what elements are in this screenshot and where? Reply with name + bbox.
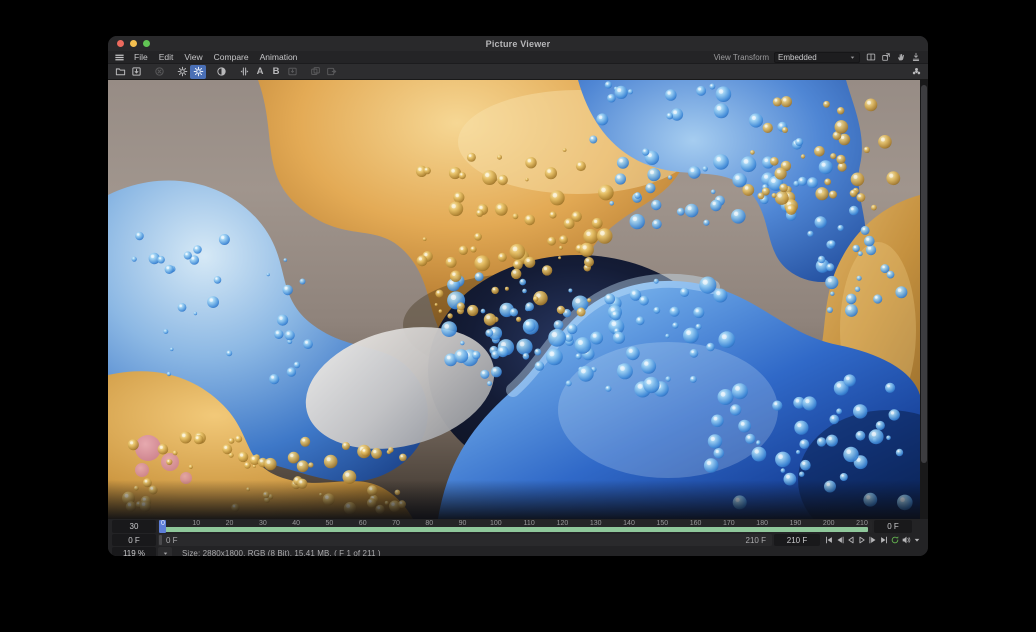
- jump-to-start-button[interactable]: [824, 534, 834, 546]
- menu-items: File Edit View Compare Animation: [134, 52, 297, 62]
- ruler-tick-label: 180: [756, 520, 768, 528]
- ruler-tick-label: 40: [292, 520, 300, 528]
- ruler-tick-label: 130: [590, 520, 602, 528]
- picture-viewer-window: Picture Viewer File Edit View Compare Animat…: [108, 36, 928, 556]
- swap-compare-icon: [323, 65, 339, 79]
- view-transform-select[interactable]: Embedded: [774, 52, 860, 63]
- view-transform-value: Embedded: [778, 53, 817, 62]
- zoom-menu-button[interactable]: [158, 547, 172, 556]
- ruler-tick-label: 160: [690, 520, 702, 528]
- window-title: Picture Viewer: [108, 39, 928, 49]
- menubar-right: View Transform Embedded: [714, 51, 922, 63]
- cancel-render-icon: [151, 65, 167, 79]
- chevron-down-icon: [849, 54, 856, 61]
- ruler-tick-label: 140: [623, 520, 635, 528]
- ruler-tick-label: 190: [790, 520, 802, 528]
- play-backward-button[interactable]: [846, 534, 856, 546]
- ab-split-compare-icon[interactable]: [236, 65, 252, 79]
- copy-compare-icon: [307, 65, 323, 79]
- toolbar-left: AB: [112, 65, 339, 79]
- hamburger-icon[interactable]: [114, 52, 128, 63]
- current-frame-field[interactable]: 0 F: [874, 520, 912, 533]
- set-compare-image-icon: [284, 65, 300, 79]
- frame-rate-field[interactable]: 30: [112, 520, 156, 533]
- dual-view-icon[interactable]: [865, 51, 877, 63]
- gear-settings-icon[interactable]: [174, 65, 190, 79]
- range-start-field[interactable]: 0 F: [112, 534, 156, 546]
- range-start-label: 0 F: [166, 536, 178, 545]
- version-a-button[interactable]: A: [252, 65, 268, 79]
- menu-item[interactable]: View: [184, 52, 202, 62]
- transport-controls: [822, 534, 924, 546]
- navigator-icon[interactable]: [908, 65, 924, 79]
- dock-window-icon[interactable]: [910, 51, 922, 63]
- view-transform-label: View Transform: [714, 53, 769, 62]
- ruler-tick-label: 20: [226, 520, 234, 528]
- range-slider[interactable]: 0 F 210 F: [158, 534, 772, 546]
- ruler-tick-label: 170: [723, 520, 735, 528]
- pan-hand-icon[interactable]: [895, 51, 907, 63]
- menu-item[interactable]: Animation: [260, 52, 298, 62]
- ruler-tick-label: 70: [392, 520, 400, 528]
- ruler-tick-label: 30: [259, 520, 267, 528]
- previous-frame-button[interactable]: [835, 534, 845, 546]
- next-frame-button[interactable]: [868, 534, 878, 546]
- ruler-tick-label: 200: [823, 520, 835, 528]
- toolbar: AB: [108, 64, 928, 80]
- range-end-field[interactable]: 210 F: [774, 534, 820, 546]
- ruler-tick-label: 210: [856, 520, 868, 528]
- display-filter-gear-icon[interactable]: [190, 65, 206, 79]
- ruler-tick-label: 90: [459, 520, 467, 528]
- ruler-tick-label: 110: [524, 520, 535, 528]
- zoom-level-field[interactable]: 119 %: [112, 547, 156, 556]
- loop-playback-button[interactable]: [890, 534, 900, 546]
- scrollbar-thumb[interactable]: [921, 85, 927, 463]
- ruler-tick-label: 60: [359, 520, 367, 528]
- ruler-tick-label: 50: [326, 520, 334, 528]
- timeline-panel: 30 0 10 20 30 40 50 60 70 80 90 100 110 120 130 140 150…: [108, 519, 928, 556]
- detach-window-icon[interactable]: [880, 51, 892, 63]
- ruler-tick-label: 10: [192, 520, 200, 528]
- image-info-text: Size: 2880x1800, RGB (8 Bit), 15.41 MB, …: [174, 547, 924, 556]
- timeline-ruler-row: 30 0 10 20 30 40 50 60 70 80 90 100 110 120 130 140 150…: [108, 520, 928, 533]
- header-icons: [865, 51, 922, 63]
- timeline-range-row: 0 F 0 F 210 F 210 F: [108, 534, 928, 546]
- title-bar[interactable]: Picture Viewer: [108, 36, 928, 51]
- menu-item[interactable]: Compare: [214, 52, 249, 62]
- toolbar-right: [908, 65, 924, 79]
- rendered-image: [108, 80, 920, 519]
- status-row: 119 % Size: 2880x1800, RGB (8 Bit), 15.4…: [108, 547, 928, 556]
- ruler-tick-label: 120: [557, 520, 569, 528]
- menu-item[interactable]: File: [134, 52, 148, 62]
- range-slider-handle[interactable]: [159, 535, 162, 545]
- menu-bar: File Edit View Compare Animation View Transf…: [108, 51, 928, 64]
- playback-options-button[interactable]: [912, 534, 922, 546]
- play-forward-button[interactable]: [857, 534, 867, 546]
- timeline-ruler[interactable]: 0 10 20 30 40 50 60 70 80 90 100 110 120 130 140 150 160…: [158, 520, 872, 533]
- ruler-tick-label: 100: [490, 520, 502, 528]
- contrast-compare-icon[interactable]: [213, 65, 229, 79]
- jump-to-end-button[interactable]: [879, 534, 889, 546]
- open-folder-icon[interactable]: [112, 65, 128, 79]
- save-image-icon[interactable]: [128, 65, 144, 79]
- vertical-scrollbar[interactable]: [920, 80, 928, 519]
- ruler-tick-label: 0: [161, 520, 165, 528]
- sound-button[interactable]: [901, 534, 911, 546]
- ruler-tick-label: 150: [656, 520, 668, 528]
- image-viewport[interactable]: [108, 80, 928, 519]
- version-b-button[interactable]: B: [268, 65, 284, 79]
- range-end-label: 210 F: [746, 536, 766, 545]
- menu-item[interactable]: Edit: [159, 52, 174, 62]
- ruler-tick-label: 80: [425, 520, 433, 528]
